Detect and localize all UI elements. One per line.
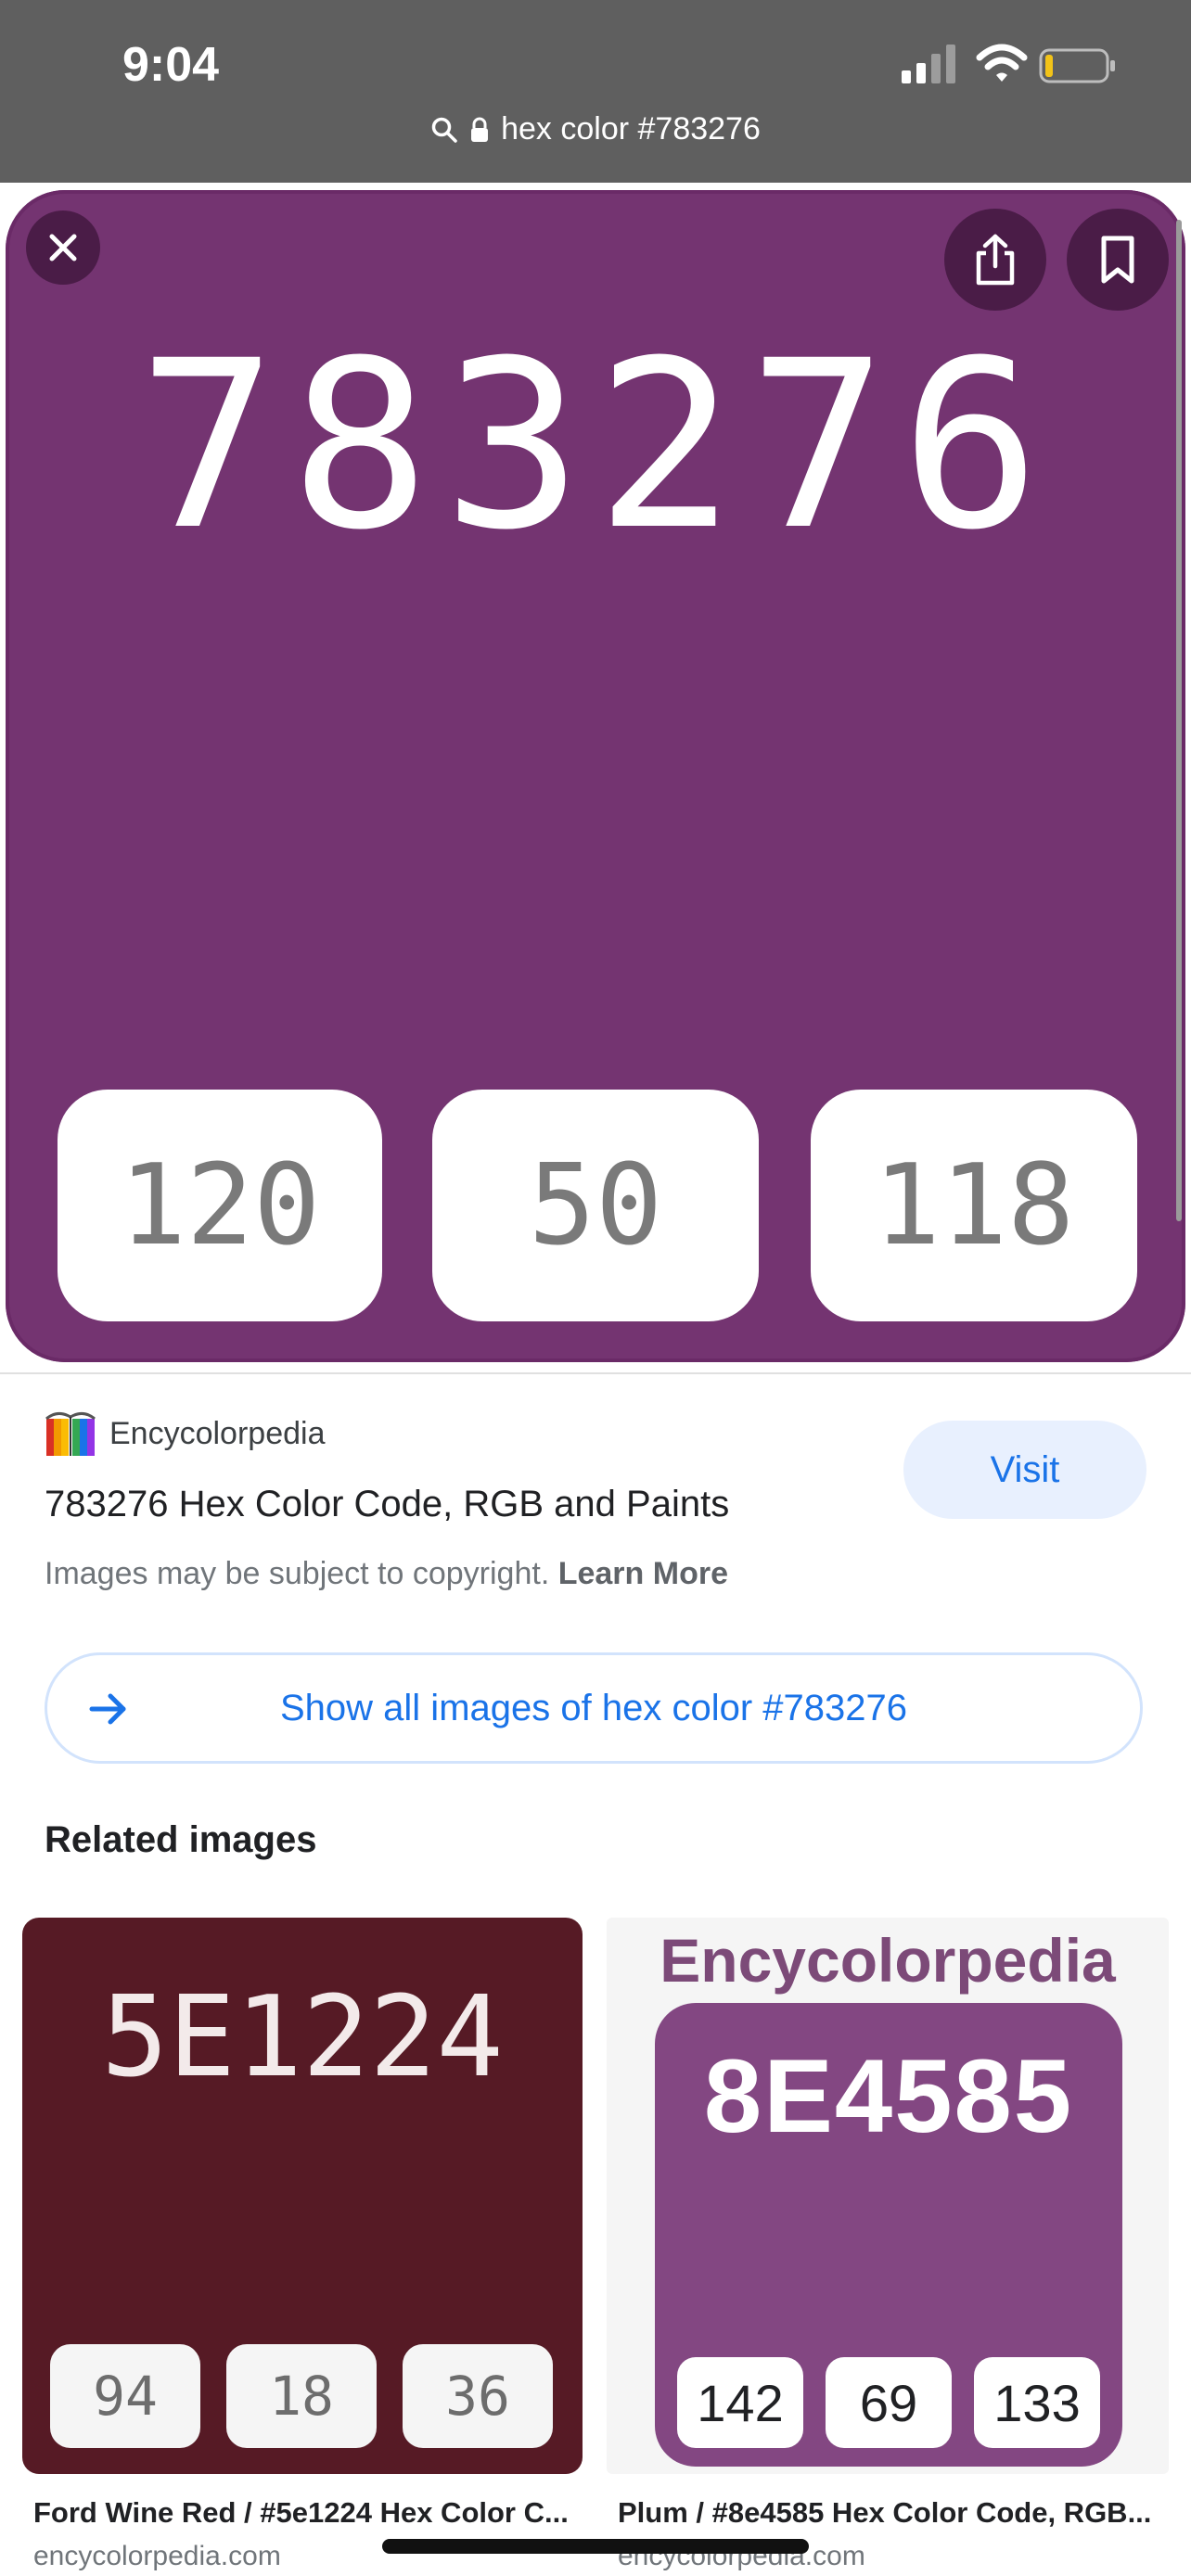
related-2-brand: Encycolorpedia (660, 1926, 1116, 1995)
related-image-1[interactable]: 5E1224 94 18 36 (22, 1918, 583, 2474)
source-row[interactable]: Encycolorpedia (45, 1409, 325, 1458)
wifi-icon (976, 44, 1028, 82)
related-2-swatch: 8E4585 142 69 133 (655, 2003, 1122, 2467)
color-swatch-image: 783276 120 50 118 (6, 190, 1185, 1362)
arrow-right-icon (89, 1693, 126, 1725)
hex-code-label: 783276 (137, 311, 1054, 580)
rgb-red-box: 120 (58, 1090, 382, 1321)
bookmark-icon (1101, 236, 1134, 284)
result-title[interactable]: 783276 Hex Color Code, RGB and Paints (45, 1484, 729, 1525)
share-icon (976, 234, 1015, 286)
scrollbar[interactable] (1176, 220, 1182, 1221)
address-bar[interactable]: hex color #783276 (0, 111, 1191, 167)
related-1-hex: 5E1224 (101, 1973, 504, 2102)
status-time: 9:04 (122, 38, 220, 92)
show-all-label: Show all images of hex color #783276 (280, 1687, 907, 1728)
copyright-notice: Images may be subject to copyright. Lear… (45, 1556, 728, 1592)
related-images-heading: Related images (45, 1819, 317, 1860)
learn-more-link[interactable]: Learn More (558, 1556, 728, 1591)
share-button[interactable] (944, 209, 1046, 311)
rgb-green-box: 50 (432, 1090, 759, 1321)
divider (0, 1372, 1191, 1374)
related-image-2[interactable]: Encycolorpedia 8E4585 142 69 133 (607, 1918, 1169, 2474)
encycolorpedia-logo-icon (45, 1412, 96, 1456)
related-2-hex: 8E4585 (703, 2038, 1074, 2154)
related-2-rgb-blue: 133 (974, 2357, 1100, 2448)
related-1-caption[interactable]: Ford Wine Red / #5e1224 Hex Color C... (33, 2496, 581, 2530)
visit-button[interactable]: Visit (903, 1421, 1146, 1519)
battery-icon (1039, 48, 1115, 83)
related-1-domain: encycolorpedia.com (33, 2541, 281, 2571)
related-1-rgb-blue: 36 (403, 2344, 553, 2448)
related-1-rgb-green: 18 (226, 2344, 377, 2448)
bookmark-button[interactable] (1067, 209, 1169, 311)
source-site-name: Encycolorpedia (109, 1415, 326, 1451)
home-indicator[interactable] (382, 2539, 809, 2554)
lock-icon (471, 117, 489, 142)
related-2-rgb-red: 142 (677, 2357, 803, 2448)
search-icon (431, 117, 457, 143)
close-icon (49, 234, 77, 261)
close-button[interactable] (26, 210, 100, 285)
related-2-caption[interactable]: Plum / #8e4585 Hex Color Code, RGB... (618, 2496, 1165, 2530)
top-bar: 9:04 hex color #783276 (0, 0, 1191, 183)
rgb-blue-box: 118 (811, 1090, 1137, 1321)
image-preview: 783276 120 50 118 (0, 183, 1191, 1372)
related-2-rgb-green: 69 (826, 2357, 952, 2448)
url-text: hex color #783276 (501, 111, 761, 147)
related-1-rgb-red: 94 (50, 2344, 200, 2448)
copyright-text: Images may be subject to copyright. (45, 1556, 550, 1591)
show-all-images-button[interactable]: Show all images of hex color #783276 (45, 1652, 1143, 1764)
signal-icon (902, 45, 955, 83)
